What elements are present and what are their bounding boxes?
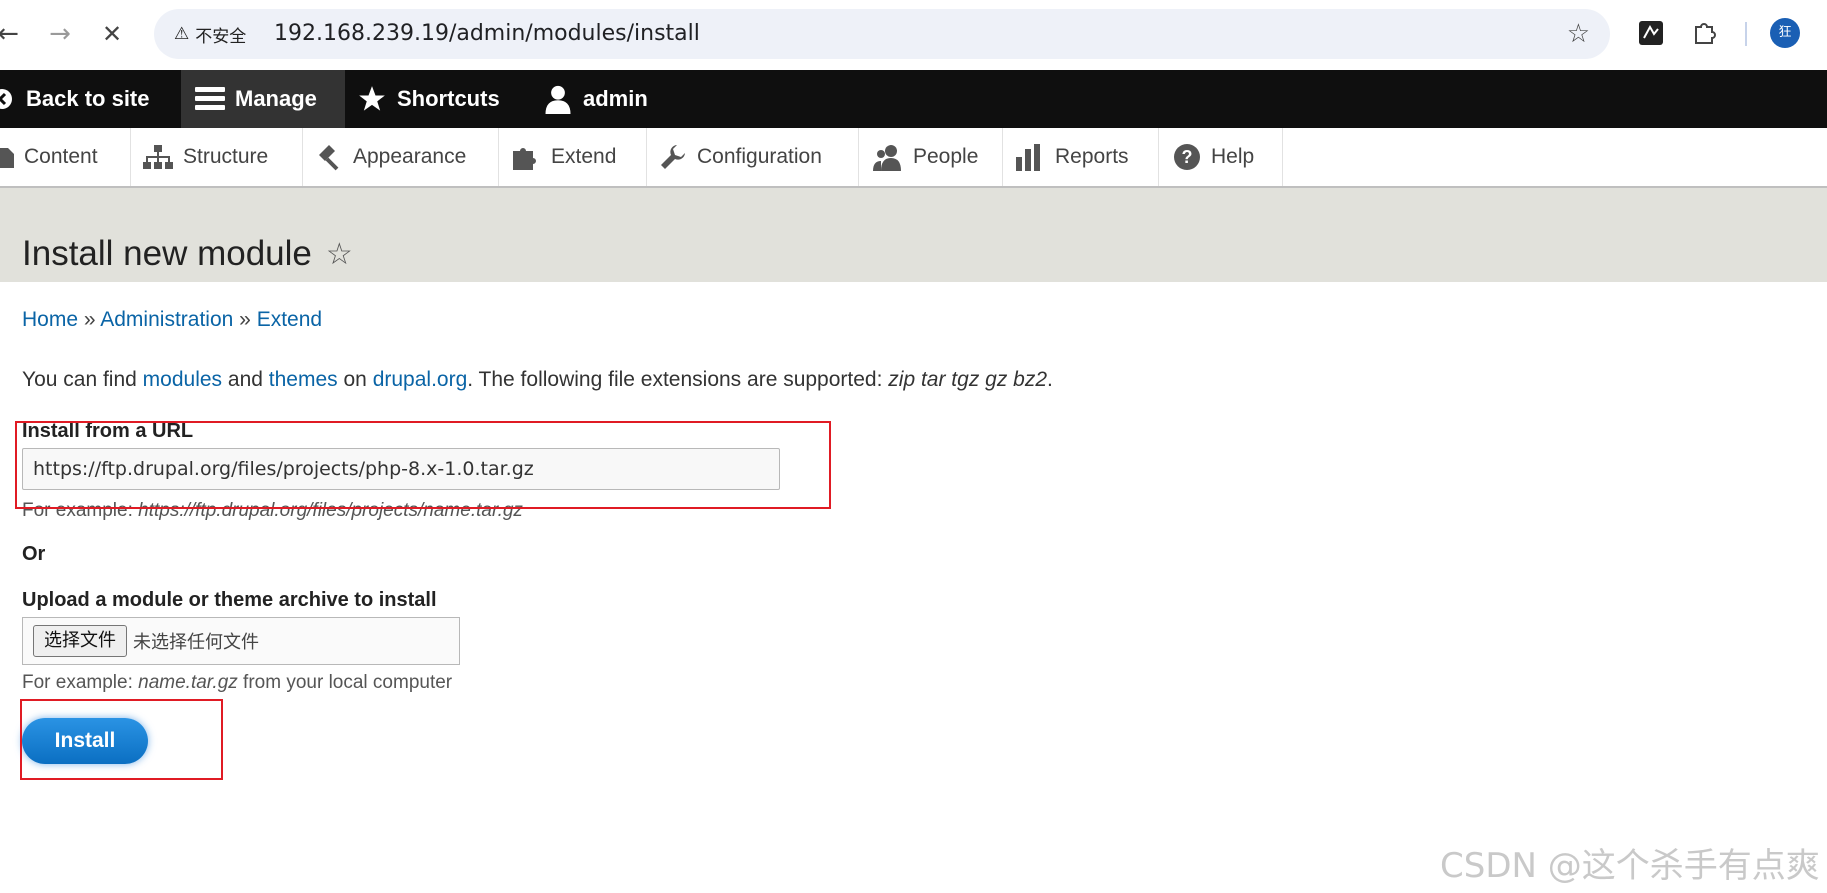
security-chip[interactable]: ⚠ 不安全 [166, 19, 256, 49]
breadcrumb-separator: » [83, 308, 96, 331]
tray-item-extend[interactable]: Extend [499, 128, 647, 186]
toolbar-manage[interactable]: Manage [181, 70, 345, 128]
upload-file-field: 选择文件 未选择任何文件 [22, 617, 460, 665]
page-title: Install new module [22, 234, 312, 273]
warning-icon: ⚠ [174, 24, 190, 44]
toolbar-back-label: Back to site [26, 86, 150, 111]
breadcrumb-administration[interactable]: Administration [100, 308, 233, 331]
tray-item-label: People [913, 145, 979, 168]
supported-extensions: zip tar tgz gz bz2 [888, 368, 1048, 391]
tray-item-label: Reports [1055, 145, 1129, 168]
toolbar-shortcuts-label: Shortcuts [397, 86, 500, 111]
intro-part: and [222, 368, 269, 391]
intro-text: You can find modules and themes on drupa… [22, 368, 1053, 392]
breadcrumb-home[interactable]: Home [22, 308, 78, 331]
tray-item-label: Content [24, 145, 98, 168]
profile-avatar[interactable]: 狂 [1770, 18, 1800, 48]
intro-part: . The following file extensions are supp… [467, 368, 889, 391]
add-shortcut-star-icon[interactable]: ☆ [326, 237, 353, 272]
security-label: 不安全 [195, 26, 247, 47]
toolbar-user[interactable]: admin [543, 70, 648, 128]
tray-item-label: Structure [183, 145, 269, 168]
sitemap-icon [143, 145, 173, 169]
extensions-puzzle-icon[interactable] [1690, 18, 1720, 48]
hamburger-menu-icon [195, 87, 225, 110]
user-icon [545, 85, 571, 114]
intro-part: You can find [22, 368, 143, 391]
file-icon [0, 148, 14, 168]
back-arrow-circle-icon [0, 89, 12, 109]
tray-item-structure[interactable]: Structure [131, 128, 303, 186]
choose-file-button[interactable]: 选择文件 [33, 625, 127, 657]
tray-item-content[interactable]: Content [0, 128, 131, 186]
url-annotation-box [15, 421, 831, 509]
forward-icon[interactable]: → [44, 18, 76, 50]
people-icon [873, 145, 901, 171]
toolbar-user-label: admin [583, 86, 648, 111]
themes-link[interactable]: themes [269, 368, 338, 391]
tray-item-label: Help [1211, 145, 1255, 168]
breadcrumb: Home » Administration » Extend [22, 308, 322, 332]
tray-item-label: Appearance [353, 145, 467, 168]
star-icon [359, 86, 385, 111]
breadcrumb-extend[interactable]: Extend [257, 308, 322, 331]
wrench-icon [661, 145, 685, 169]
upload-example: name.tar.gz [138, 672, 238, 693]
extension-app-icon[interactable] [1636, 18, 1666, 48]
address-bar[interactable]: ⚠ 不安全 192.168.239.19/admin/modules/insta… [154, 9, 1610, 59]
drupal-org-link[interactable]: drupal.org [373, 368, 468, 391]
back-icon[interactable]: ← [0, 18, 24, 50]
file-status-text: 未选择任何文件 [133, 632, 259, 653]
intro-part: on [337, 368, 373, 391]
paintbrush-icon [319, 145, 339, 171]
tray-item-configuration[interactable]: Configuration [647, 128, 859, 186]
tray-item-appearance[interactable]: Appearance [303, 128, 499, 186]
toolbar-back-to-site[interactable]: Back to site [0, 70, 176, 128]
tray-item-label: Configuration [697, 145, 822, 168]
admin-toolbar: Back to site Manage Shortcuts admin [0, 70, 1827, 128]
intro-part: . [1047, 368, 1053, 391]
upload-example-prefix: For example: [22, 672, 139, 693]
watermark: CSDN @这个杀手有点爽 [1440, 846, 1820, 886]
bar-chart-icon [1016, 144, 1040, 171]
url-text[interactable]: 192.168.239.19/admin/modules/install [274, 21, 700, 46]
or-label: Or [22, 543, 46, 565]
upload-example-description: For example: name.tar.gz from your local… [22, 672, 452, 694]
toolbar-manage-label: Manage [235, 86, 317, 111]
browser-chrome: ← → ✕ ⚠ 不安全 192.168.239.19/admin/modules… [0, 0, 1827, 71]
bookmark-star-icon[interactable]: ☆ [1567, 19, 1590, 49]
toolbar-divider [1745, 22, 1747, 46]
manage-tray: Content Structure Appearance Extend Conf… [0, 128, 1827, 188]
modules-link[interactable]: modules [143, 368, 222, 391]
page-header: Install new module ☆ [0, 188, 1827, 282]
upload-example-suffix: from your local computer [237, 672, 453, 693]
svg-text:?: ? [1182, 147, 1193, 167]
install-annotation-box [20, 699, 223, 780]
puzzle-icon [513, 148, 536, 170]
tray-item-help[interactable]: ? Help [1159, 128, 1283, 186]
toolbar-shortcuts[interactable]: Shortcuts [357, 70, 500, 128]
upload-field-label: Upload a module or theme archive to inst… [22, 589, 437, 611]
tray-item-reports[interactable]: Reports [1003, 128, 1159, 186]
stop-loading-icon[interactable]: ✕ [96, 18, 128, 50]
breadcrumb-separator: » [239, 308, 251, 331]
tray-item-people[interactable]: People [859, 128, 1003, 186]
tray-item-label: Extend [551, 145, 617, 168]
question-circle-icon: ? [1174, 144, 1200, 170]
